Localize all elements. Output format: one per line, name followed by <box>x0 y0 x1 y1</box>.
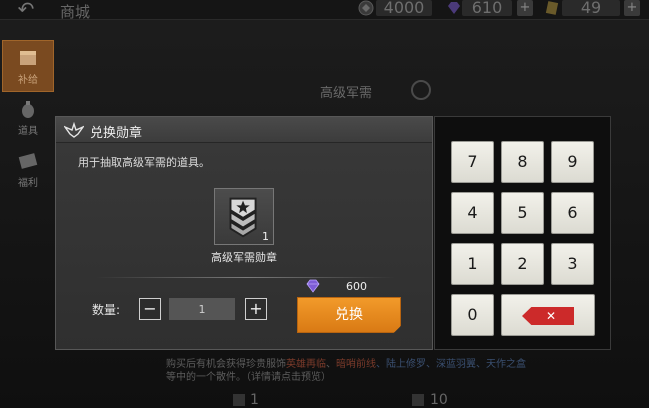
gem-balance: 610 <box>462 0 512 16</box>
key-0[interactable]: 0 <box>451 294 494 336</box>
quantity-input[interactable] <box>169 298 235 320</box>
info-highlight-2: 暗哨前线 <box>336 359 376 370</box>
tab-welfare-label: 福利 <box>18 178 38 189</box>
purchase-ten-icon <box>412 394 424 406</box>
item-description: 用于抽取高级军需的道具。 <box>78 156 210 169</box>
dialog-header: 兑换勋章 <box>56 117 432 143</box>
back-arrow-icon[interactable]: ↶ <box>12 0 40 20</box>
key-7[interactable]: 7 <box>451 141 494 183</box>
grenade-icon <box>22 101 34 118</box>
backspace-icon: ✕ <box>522 307 574 325</box>
backspace-key[interactable]: ✕ <box>501 294 595 336</box>
supply-info-text: 购买后有机会获得珍贵服饰英雄再临、暗哨前线、陆上修罗、深蓝羽翼、天作之盒 等中的… <box>166 358 526 384</box>
info-prefix: 购买后有机会获得珍贵服饰 <box>166 359 286 370</box>
tab-welfare[interactable]: 福利 <box>2 144 54 196</box>
supply-crate-icon <box>20 51 36 65</box>
key-8[interactable]: 8 <box>501 141 544 183</box>
item-name: 高级军需勋章 <box>211 251 277 264</box>
page-title: 商城 <box>60 3 91 21</box>
tab-items-label: 道具 <box>18 126 38 137</box>
info-separator: 、 <box>326 359 336 370</box>
divider <box>96 277 396 278</box>
info-line-2: 等中的一个散件。（详情请点击预览） <box>166 372 331 383</box>
purple-gem-icon <box>448 2 460 14</box>
preview-eye-icon[interactable] <box>411 80 431 100</box>
top-bar: ↶ 商城 4000 610 + 49 + <box>0 0 649 21</box>
key-2[interactable]: 2 <box>501 243 544 285</box>
item-title: 高级军需 <box>320 86 373 101</box>
price-value: 600 <box>346 280 367 293</box>
add-tickets-button[interactable]: + <box>624 0 640 16</box>
info-rest: 、陆上修罗、深蓝羽翼、天作之盒 <box>376 359 526 370</box>
quantity-label: 数量: <box>92 303 121 317</box>
key-5[interactable]: 5 <box>501 192 544 234</box>
add-gems-button[interactable]: + <box>517 0 533 16</box>
purchase-one-icon <box>233 394 245 406</box>
key-3[interactable]: 3 <box>551 243 594 285</box>
info-highlight-1: 英雄再临 <box>286 359 326 370</box>
medal-coin-balance: 4000 <box>376 0 432 16</box>
tab-items[interactable]: 道具 <box>2 92 54 144</box>
medal-coin-icon <box>358 0 374 16</box>
purchase-ten-count[interactable]: 10 <box>430 392 448 408</box>
wings-logo-icon <box>64 121 84 138</box>
gift-ticket-icon <box>18 153 38 169</box>
key-9[interactable]: 9 <box>551 141 594 183</box>
ticket-balance: 49 <box>562 0 620 16</box>
increase-quantity-button[interactable]: + <box>245 298 267 320</box>
tab-supply-label: 补给 <box>18 75 38 86</box>
purchase-one-count[interactable]: 1 <box>250 392 259 408</box>
redeem-button[interactable]: 兑换 <box>297 297 401 333</box>
tab-supply[interactable]: 补给 <box>2 40 54 92</box>
item-count: 1 <box>262 230 269 243</box>
purple-gem-icon <box>306 279 320 293</box>
key-1[interactable]: 1 <box>451 243 494 285</box>
numeric-keypad: 7 8 9 4 5 6 1 2 3 0 ✕ <box>434 116 611 350</box>
gold-ticket-icon <box>545 1 559 15</box>
redeem-dialog: 兑换勋章 用于抽取高级军需的道具。 1 高级军需勋章 600 数量: − + 兑… <box>55 116 433 350</box>
key-4[interactable]: 4 <box>451 192 494 234</box>
decrease-quantity-button[interactable]: − <box>139 298 161 320</box>
item-slot: 1 <box>214 188 274 245</box>
dialog-title: 兑换勋章 <box>90 126 143 141</box>
key-6[interactable]: 6 <box>551 192 594 234</box>
